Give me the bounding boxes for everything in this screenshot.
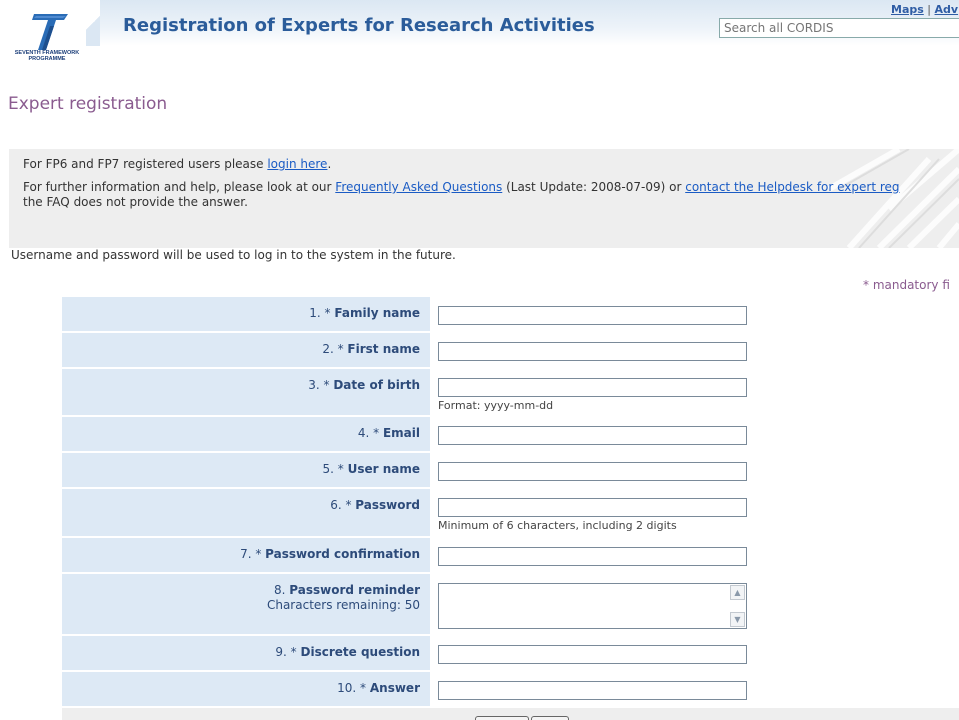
field-label: 3. * Date of birth <box>308 378 420 393</box>
field-label-cell: 9. * Discrete question <box>62 636 430 670</box>
field-label-text: Password confirmation <box>265 547 420 561</box>
form-row-answer: 10. * Answer <box>62 672 959 708</box>
link-separator: | <box>927 3 932 16</box>
field-label-text: Date of birth <box>333 378 420 392</box>
form-row-password-confirmation: 7. * Password confirmation <box>62 538 959 574</box>
date-of-birth-input[interactable] <box>438 378 747 397</box>
field-number: 3. * <box>308 378 330 392</box>
form-row-email: 4. * Email <box>62 417 959 453</box>
logo-caption: SEVENTH FRAMEWORK PROGRAMME <box>14 50 80 62</box>
field-number: 7. * <box>240 547 262 561</box>
field-label-text: Discrete question <box>300 645 421 659</box>
field-label-text: Family name <box>334 306 420 320</box>
field-label: 7. * Password confirmation <box>240 547 420 562</box>
password-input[interactable] <box>438 498 747 517</box>
field-number: 5. * <box>322 462 344 476</box>
password-reminder-textarea[interactable] <box>438 583 747 629</box>
field-number: 10. * <box>337 681 367 695</box>
field-label-cell: 3. * Date of birth <box>62 369 430 415</box>
field-label-cell: 10. * Answer <box>62 672 430 706</box>
field-label: 1. * Family name <box>309 306 420 321</box>
password-reminder-wrapper: ▲ ▼ <box>438 583 747 629</box>
field-label-text: First name <box>347 342 420 356</box>
field-label-text: Email <box>382 426 420 440</box>
field-label-cell: 5. * User name <box>62 453 430 487</box>
password-hint: Minimum of 6 characters, including 2 dig… <box>438 519 677 532</box>
advanced-link[interactable]: Adv <box>935 3 959 16</box>
field-label: 5. * User name <box>323 462 421 477</box>
field-label-cell: 1. * Family name <box>62 297 430 331</box>
helpdesk-link[interactable]: contact the Helpdesk for expert reg <box>685 180 899 194</box>
site-title: Registration of Experts for Research Act… <box>123 15 595 36</box>
form-row-password: 6. * Password Minimum of 6 characters, i… <box>62 489 959 538</box>
registration-form: 1. * Family name 2. * First name 3. * Da… <box>62 297 959 708</box>
field-label: 4. * Email <box>358 426 420 441</box>
email-input[interactable] <box>438 426 747 445</box>
field-label-text: Answer <box>369 681 420 695</box>
field-label-cell: 8. Password reminder Characters remaining… <box>62 574 430 634</box>
top-links: Maps | Adv <box>891 3 958 16</box>
info-box: For FP6 and FP7 registered users please … <box>9 149 959 248</box>
login-info-period: . <box>327 157 332 171</box>
answer-input[interactable] <box>438 681 747 700</box>
field-number: 8. <box>273 583 286 597</box>
characters-remaining: Characters remaining: 50 <box>266 598 420 612</box>
form-row-discrete-question: 9. * Discrete question <box>62 636 959 672</box>
help-info-end: the FAQ does not provide the answer. <box>23 195 248 209</box>
maps-link[interactable]: Maps <box>891 3 924 16</box>
login-info: For FP6 and FP7 registered users please … <box>23 157 331 171</box>
scroll-down-arrow-icon[interactable]: ▼ <box>730 612 745 627</box>
help-info-mid: (Last Update: 2008-07-09) or <box>502 180 686 194</box>
field-label: 10. * Answer <box>337 681 420 696</box>
fp7-logo[interactable]: SEVENTH FRAMEWORK PROGRAMME <box>12 12 82 64</box>
field-label-cell: 7. * Password confirmation <box>62 538 430 572</box>
field-label-text: User name <box>347 462 420 476</box>
field-label-text: Password <box>355 498 420 512</box>
help-info: For further information and help, please… <box>23 180 959 210</box>
field-label-cell: 2. * First name <box>62 333 430 367</box>
date-format-hint: Format: yyyy-mm-dd <box>438 399 554 412</box>
field-label-text: Password reminder <box>289 583 420 597</box>
password-confirmation-input[interactable] <box>438 547 747 566</box>
field-label-cell: 6. * Password <box>62 489 430 536</box>
scroll-up-arrow-icon[interactable]: ▲ <box>730 585 745 600</box>
field-number: 6. * <box>330 498 352 512</box>
form-row-user-name: 5. * User name <box>62 453 959 489</box>
field-number: 4. * <box>357 426 380 440</box>
page-title: Expert registration <box>8 94 168 114</box>
fp7-logo-icon <box>32 14 68 50</box>
form-row-date-of-birth: 3. * Date of birth Format: yyyy-mm-dd <box>62 369 959 417</box>
mandatory-note: * mandatory fi <box>863 278 950 292</box>
form-row-first-name: 2. * First name <box>62 333 959 369</box>
field-number: 2. * <box>322 342 344 356</box>
field-label-cell: 4. * Email <box>62 417 430 451</box>
field-label: 9. * Discrete question <box>275 645 420 660</box>
field-number: 1. * <box>309 306 331 320</box>
field-label: 6. * Password <box>330 498 420 513</box>
first-name-input[interactable] <box>438 342 747 361</box>
form-row-family-name: 1. * Family name <box>62 297 959 333</box>
family-name-input[interactable] <box>438 306 747 325</box>
discrete-question-input[interactable] <box>438 645 747 664</box>
form-row-password-reminder: 8. Password reminder Characters remaining… <box>62 574 959 636</box>
banner-corner <box>86 0 100 46</box>
login-info-text: For FP6 and FP7 registered users please <box>23 157 268 171</box>
help-info-text: For further information and help, please… <box>23 180 336 194</box>
login-note: Username and password will be used to lo… <box>11 248 456 262</box>
site-header: SEVENTH FRAMEWORK PROGRAMME Registration… <box>0 0 959 66</box>
reset-button[interactable] <box>531 716 569 720</box>
login-link[interactable]: login here <box>267 157 327 171</box>
faq-link[interactable]: Frequently Asked Questions <box>335 180 502 194</box>
field-label: 2. * First name <box>322 342 420 357</box>
submit-button[interactable] <box>475 716 529 720</box>
user-name-input[interactable] <box>438 462 747 481</box>
field-label: 8. Password reminder Characters remaining… <box>267 583 420 613</box>
field-number: 9. * <box>275 645 297 659</box>
search-input[interactable] <box>719 18 959 38</box>
